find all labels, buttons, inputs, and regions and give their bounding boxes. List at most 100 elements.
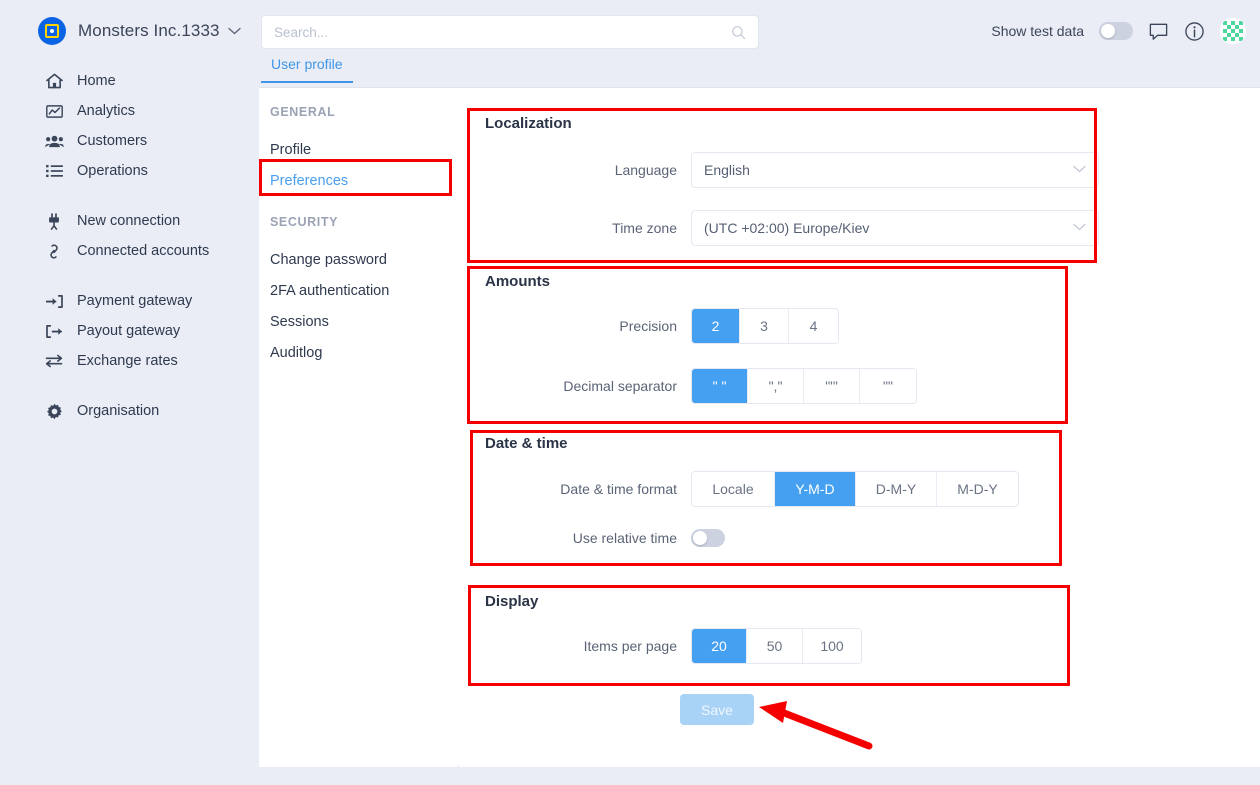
items-per-page-option[interactable]: 50 <box>747 629 803 663</box>
row-decimal-separator: Decimal separator " " "," "'" "" <box>511 368 917 404</box>
items-per-page-button-group[interactable]: 20 50 100 <box>691 628 862 664</box>
settings-subnav: GENERAL Profile Preferences SECURITY Cha… <box>259 88 459 767</box>
sidebar-divider <box>0 376 259 396</box>
sidebar-label: Payment gateway <box>77 293 193 309</box>
sidebar-divider <box>0 186 259 206</box>
exchange-arrows-icon <box>44 354 64 368</box>
arrow-into-bracket-icon <box>44 294 64 309</box>
precision-button-group[interactable]: 2 3 4 <box>691 308 839 344</box>
precision-option[interactable]: 3 <box>740 309 789 343</box>
sidebar-label: Organisation <box>77 403 160 419</box>
show-test-data-toggle[interactable] <box>1099 22 1133 40</box>
info-circle-icon[interactable] <box>1184 21 1205 42</box>
sidebar-label: Analytics <box>77 103 136 119</box>
app-root: Monsters Inc.1333 Show test data <box>0 0 1260 785</box>
sidebar-item-organisation[interactable]: Organisation <box>0 396 259 426</box>
date-format-option[interactable]: Y-M-D <box>775 472 856 506</box>
show-test-data-label: Show test data <box>991 23 1084 39</box>
subnav-label: 2FA authentication <box>270 283 390 299</box>
sidebar-label: Connected accounts <box>77 243 210 259</box>
subnav-heading-security: SECURITY <box>270 215 339 229</box>
subnav-label: Change password <box>270 252 387 268</box>
decimal-separator-option[interactable]: " " <box>692 369 748 403</box>
timezone-value: (UTC +02:00) Europe/Kiev <box>704 220 870 236</box>
language-value: English <box>704 162 750 178</box>
row-relative-time: Use relative time <box>511 529 725 547</box>
date-format-option[interactable]: M-D-Y <box>937 472 1018 506</box>
subnav-label: Preferences <box>270 173 349 189</box>
sidebar-item-exchange-rates[interactable]: Exchange rates <box>0 346 259 376</box>
timezone-select[interactable]: (UTC +02:00) Europe/Kiev <box>691 210 1099 246</box>
search-bar[interactable] <box>261 15 759 49</box>
chat-bubble-icon[interactable] <box>1148 21 1169 42</box>
tab-user-profile[interactable]: User profile <box>261 56 353 83</box>
label-items-per-page: Items per page <box>583 638 677 654</box>
subnav-item-sessions[interactable]: Sessions <box>259 307 459 337</box>
card-localization: Localization Language English Time zone … <box>471 108 1101 253</box>
label-language: Language <box>614 162 677 178</box>
sidebar-label: Payout gateway <box>77 323 181 339</box>
date-format-option[interactable]: Locale <box>692 472 775 506</box>
sidebar-item-home[interactable]: Home <box>0 66 259 96</box>
sidebar-label: Customers <box>77 133 148 149</box>
card-title-localization: Localization <box>485 115 572 132</box>
sidebar-item-new-connection[interactable]: New connection <box>0 206 259 236</box>
decimal-separator-button-group[interactable]: " " "," "'" "" <box>691 368 917 404</box>
subnav-label: Profile <box>270 142 312 158</box>
subnav-item-preferences[interactable]: Preferences <box>259 166 459 196</box>
date-format-option[interactable]: D-M-Y <box>856 472 937 506</box>
link-icon <box>44 243 64 260</box>
row-precision: Precision 2 3 4 <box>511 308 839 344</box>
app-logo-icon <box>38 17 66 45</box>
label-decimal-separator: Decimal separator <box>563 378 677 394</box>
card-date-time: Date & time Date & time format Locale Y-… <box>471 428 1066 568</box>
brand-switcher[interactable]: Monsters Inc.1333 <box>38 17 241 45</box>
decimal-separator-option[interactable]: "" <box>860 369 916 403</box>
label-precision: Precision <box>619 318 677 334</box>
card-title-display: Display <box>485 593 539 610</box>
search-icon[interactable] <box>731 25 746 40</box>
search-input[interactable] <box>262 24 731 40</box>
card-amounts: Amounts Precision 2 3 4 Decimal separato… <box>471 266 1071 416</box>
preferences-form: Localization Language English Time zone … <box>459 88 1260 767</box>
subnav-item-auditlog[interactable]: Auditlog <box>259 338 459 368</box>
sidebar-item-customers[interactable]: Customers <box>0 126 259 156</box>
brand-name: Monsters Inc.1333 <box>78 21 220 40</box>
subnav-heading-general: GENERAL <box>270 105 336 119</box>
language-select[interactable]: English <box>691 152 1099 188</box>
subnav-item-change-password[interactable]: Change password <box>259 245 459 275</box>
card-title-amounts: Amounts <box>485 273 550 290</box>
sidebar-item-analytics[interactable]: Analytics <box>0 96 259 126</box>
precision-option[interactable]: 2 <box>692 309 740 343</box>
plug-icon <box>44 212 64 230</box>
row-timezone: Time zone (UTC +02:00) Europe/Kiev <box>511 210 1099 246</box>
user-avatar-identicon[interactable] <box>1220 18 1246 44</box>
sidebar-divider <box>0 266 259 286</box>
tab-strip: User profile <box>259 56 1260 88</box>
home-icon <box>44 73 64 89</box>
items-per-page-option[interactable]: 20 <box>692 629 747 663</box>
subnav-item-profile[interactable]: Profile <box>259 135 459 165</box>
precision-option[interactable]: 4 <box>789 309 838 343</box>
main-sidebar: Home Analytics Customers Operations New … <box>0 62 259 785</box>
use-relative-time-toggle[interactable] <box>691 529 725 547</box>
card-display: Display Items per page 20 50 100 <box>471 586 1071 696</box>
top-right-controls: Show test data <box>991 14 1246 48</box>
items-per-page-option[interactable]: 100 <box>803 629 861 663</box>
save-button[interactable]: Save <box>680 694 754 725</box>
sidebar-label: Home <box>77 73 116 89</box>
subnav-label: Sessions <box>270 314 329 330</box>
sidebar-item-payout-gateway[interactable]: Payout gateway <box>0 316 259 346</box>
sidebar-item-payment-gateway[interactable]: Payment gateway <box>0 286 259 316</box>
date-format-button-group[interactable]: Locale Y-M-D D-M-Y M-D-Y <box>691 471 1019 507</box>
sidebar-item-operations[interactable]: Operations <box>0 156 259 186</box>
sidebar-item-connected-accounts[interactable]: Connected accounts <box>0 236 259 266</box>
arrow-out-bracket-icon <box>44 324 64 339</box>
row-language: Language English <box>511 152 1099 188</box>
subnav-item-2fa-authentication[interactable]: 2FA authentication <box>259 276 459 306</box>
chevron-down-icon <box>1073 164 1086 176</box>
decimal-separator-option[interactable]: "," <box>748 369 804 403</box>
chevron-down-icon <box>1073 222 1086 234</box>
decimal-separator-option[interactable]: "'" <box>804 369 860 403</box>
row-items-per-page: Items per page 20 50 100 <box>511 628 862 664</box>
